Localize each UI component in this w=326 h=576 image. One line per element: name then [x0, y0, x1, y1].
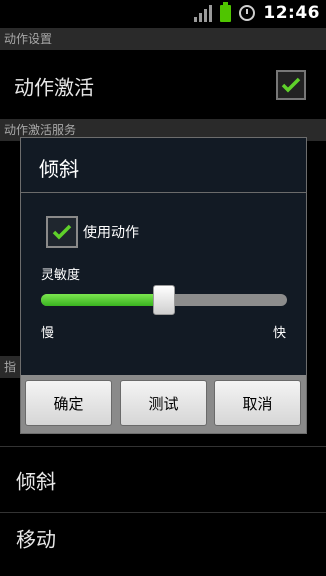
use-motion-checkbox[interactable] [46, 216, 78, 248]
signal-icon [194, 4, 213, 22]
status-time: 12:46 [263, 3, 320, 23]
status-bar: 12:46 [0, 0, 326, 28]
ok-button[interactable]: 确定 [25, 380, 112, 426]
list-divider [0, 512, 326, 513]
list-divider [0, 446, 326, 447]
pref-tilt-title: 倾斜 [16, 469, 56, 494]
dialog-title-divider [21, 192, 306, 193]
pref-tilt[interactable]: 倾斜 [0, 450, 326, 510]
checkmark-icon [281, 77, 301, 93]
tilt-dialog: 倾斜 使用动作 灵敏度 慢 快 确定 测试 取消 [20, 137, 307, 434]
use-motion-label[interactable]: 使用动作 [83, 222, 139, 242]
status-icons: 12:46 [194, 1, 320, 23]
test-button[interactable]: 测试 [120, 380, 207, 426]
checkmark-icon [52, 224, 72, 240]
fast-label: 快 [272, 326, 286, 341]
section-header-partial: 指 [0, 356, 20, 378]
sensitivity-label: 灵敏度 [41, 268, 81, 283]
dialog-button-bar: 确定 测试 取消 [21, 375, 306, 433]
pref-move[interactable]: 移动 [0, 516, 326, 576]
battery-icon [220, 1, 232, 22]
section-header-motion-settings: 动作设置 [0, 28, 326, 50]
cancel-button[interactable]: 取消 [214, 380, 301, 426]
activate-checkbox[interactable] [276, 70, 306, 100]
pref-activate-motion[interactable]: 动作激活 [0, 56, 326, 116]
pref-move-title: 移动 [16, 527, 56, 552]
slow-label: 慢 [41, 326, 55, 341]
sensitivity-slider-thumb[interactable] [153, 285, 175, 315]
alarm-icon [239, 5, 256, 21]
pref-activate-title: 动作激活 [14, 75, 94, 100]
dialog-title: 倾斜 [39, 157, 79, 181]
sensitivity-slider-fill [41, 294, 164, 306]
